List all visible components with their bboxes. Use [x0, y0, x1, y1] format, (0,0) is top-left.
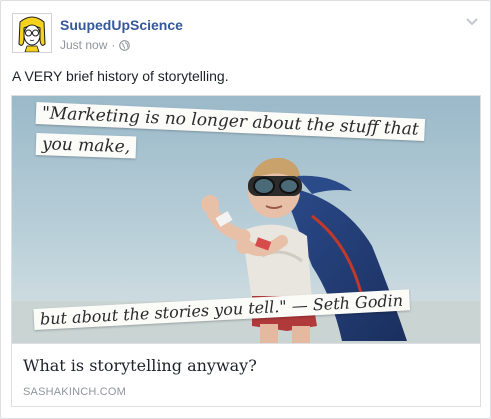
globe-icon[interactable]: [119, 39, 131, 51]
link-preview-footer[interactable]: What is storytelling anyway? SASHAKINCH.…: [12, 343, 480, 406]
avatar-image: [13, 14, 51, 52]
chevron-down-icon[interactable]: [464, 15, 480, 27]
link-domain: SASHAKINCH.COM: [23, 386, 127, 398]
image-quote-line-2: you make,: [35, 133, 137, 159]
post-meta: Just now ·: [60, 38, 131, 52]
page-avatar[interactable]: [12, 13, 52, 53]
link-title[interactable]: What is storytelling anyway?: [23, 356, 257, 375]
meta-separator: ·: [111, 38, 116, 52]
link-preview-image[interactable]: "Marketing is no longer about the stuff …: [12, 96, 480, 343]
page-name-link[interactable]: SuupedUpScience: [60, 17, 183, 33]
post-card: SuupedUpScience Just now · A VERY brief …: [0, 0, 491, 419]
timestamp-link[interactable]: Just now: [60, 38, 107, 52]
link-preview-card[interactable]: "Marketing is no longer about the stuff …: [11, 95, 481, 407]
post-text: A VERY brief history of storytelling.: [12, 68, 229, 84]
